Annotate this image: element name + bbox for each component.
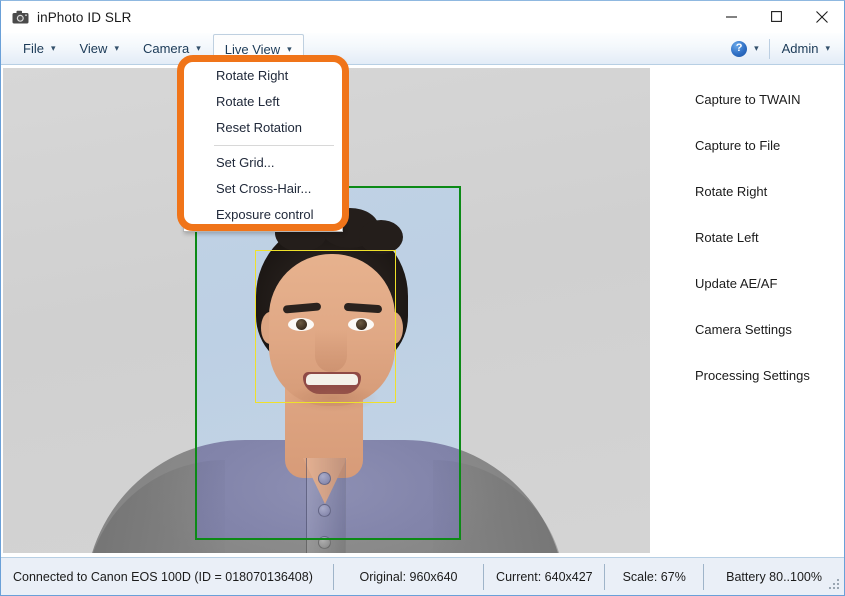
action-camera-settings[interactable]: Camera Settings — [653, 322, 844, 337]
chevron-down-icon: ▾ — [287, 43, 292, 54]
menu-item-rotate-right[interactable]: Rotate Right — [184, 63, 342, 89]
chevron-down-icon: ▾ — [825, 43, 830, 53]
content-area: Capture to TWAIN Capture to File Rotate … — [1, 65, 844, 557]
chevron-down-icon: ▾ — [196, 43, 201, 53]
action-update-ae-af[interactable]: Update AE/AF — [653, 276, 844, 291]
window-title: inPhoto ID SLR — [37, 9, 132, 25]
dropdown-panel: Rotate Right Rotate Left Reset Rotation … — [183, 59, 343, 232]
status-original-size: Original: 960x640 — [359, 569, 458, 584]
status-scale: Scale: 67% — [622, 569, 686, 584]
status-bar: Connected to Canon EOS 100D (ID = 018070… — [1, 557, 844, 595]
close-button[interactable] — [799, 1, 844, 32]
menu-bar: File ▾ View ▾ Camera ▾ Live View ▾ ? ▾ A — [1, 33, 844, 65]
menu-item-set-grid[interactable]: Set Grid... — [184, 150, 342, 176]
user-menu-admin[interactable]: Admin ▾ — [770, 41, 834, 56]
menu-bar-right: ? ▾ Admin ▾ — [725, 33, 844, 64]
action-rotate-right[interactable]: Rotate Right — [653, 184, 844, 199]
menu-camera-label: Camera — [142, 41, 190, 56]
action-panel: Capture to TWAIN Capture to File Rotate … — [653, 65, 844, 557]
minimize-button[interactable] — [709, 1, 754, 32]
menu-file-label: File — [23, 41, 44, 56]
maximize-button[interactable] — [754, 1, 799, 32]
action-rotate-left[interactable]: Rotate Left — [653, 230, 844, 245]
camera-icon — [11, 8, 29, 26]
menu-separator — [214, 145, 334, 146]
chevron-down-icon: ▾ — [114, 43, 119, 53]
menu-item-exposure-control[interactable]: Exposure control — [184, 202, 342, 228]
chevron-down-icon: ▾ — [50, 43, 56, 53]
face-detection-rectangle[interactable] — [255, 250, 396, 403]
menu-file[interactable]: File ▾ — [11, 36, 67, 62]
menu-item-reset-rotation[interactable]: Reset Rotation — [184, 115, 342, 141]
status-connection: Connected to Canon EOS 100D (ID = 018070… — [13, 569, 313, 584]
window-controls — [709, 1, 844, 33]
live-view-dropdown-menu: Rotate Right Rotate Left Reset Rotation … — [183, 59, 343, 232]
help-question-icon: ? — [731, 40, 748, 57]
menu-item-rotate-left[interactable]: Rotate Left — [184, 89, 342, 115]
chevron-down-icon: ▾ — [754, 43, 759, 53]
resize-grip-icon[interactable] — [827, 579, 840, 592]
menu-view-label: View — [79, 41, 108, 56]
menu-camera[interactable]: Camera ▾ — [131, 36, 213, 62]
help-menu[interactable]: ? ▾ — [725, 38, 770, 59]
menu-item-set-cross-hair[interactable]: Set Cross-Hair... — [184, 176, 342, 202]
application-window: inPhoto ID SLR File ▾ View ▾ Camera ▾ Li… — [0, 0, 845, 596]
status-current-size: Current: 640x427 — [496, 569, 593, 584]
action-processing-settings[interactable]: Processing Settings — [653, 368, 844, 383]
user-menu-label: Admin — [781, 41, 819, 56]
title-bar: inPhoto ID SLR — [1, 1, 844, 33]
status-battery: Battery 80..100% — [726, 569, 823, 584]
action-capture-to-twain[interactable]: Capture to TWAIN — [653, 92, 844, 107]
menu-live-view-label: Live View — [224, 41, 281, 57]
action-capture-to-file[interactable]: Capture to File — [653, 138, 844, 153]
menu-view[interactable]: View ▾ — [67, 36, 130, 62]
